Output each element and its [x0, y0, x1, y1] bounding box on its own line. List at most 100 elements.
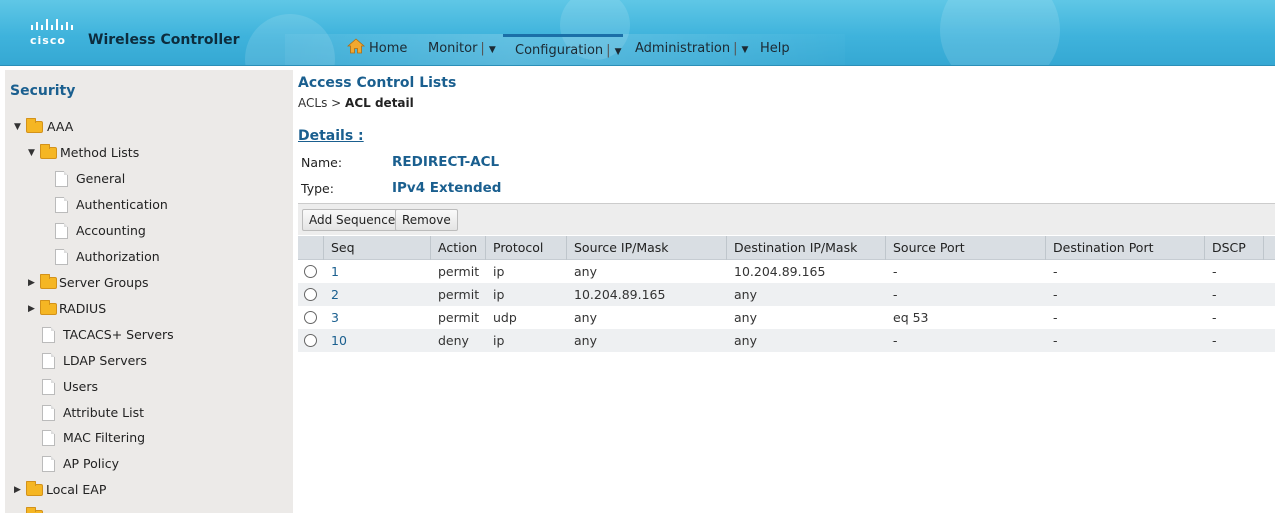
cell-action: permit: [438, 287, 480, 302]
cell-destination-ip: any: [734, 287, 757, 302]
nav-help-label: Help: [760, 41, 790, 56]
sidebar-item-users[interactable]: Users: [42, 377, 242, 397]
remove-button[interactable]: Remove: [395, 209, 458, 231]
chevron-down-icon: ▼: [488, 45, 496, 55]
seq-link[interactable]: 3: [324, 306, 339, 329]
sidebar-item-method-lists[interactable]: ▼ Method Lists: [28, 143, 228, 163]
sidebar-item-label: Server Groups: [59, 275, 149, 290]
table-header: Seq Action Protocol Source IP/Mask Desti…: [298, 236, 1275, 260]
cell-source-port: -: [893, 287, 898, 302]
cisco-logo-text: cisco: [30, 34, 66, 47]
sidebar-item-accounting[interactable]: Accounting: [55, 221, 255, 241]
cell-source-ip: any: [574, 310, 597, 325]
document-icon: [42, 456, 55, 472]
sidebar-item-aaa[interactable]: ▼ AAA: [14, 117, 214, 137]
nav-separator: |: [480, 41, 485, 56]
seq-link[interactable]: 2: [324, 283, 339, 306]
seq-link[interactable]: 1: [324, 260, 339, 283]
folder-icon: [26, 481, 43, 496]
chevron-down-icon: ▼: [614, 47, 622, 57]
row-select-radio[interactable]: [304, 265, 317, 278]
table-row[interactable]: 3 permit udp any any eq 53 - -: [298, 306, 1275, 329]
cell-dscp: -: [1212, 264, 1217, 279]
cell-source-port: -: [893, 264, 898, 279]
column-header-action[interactable]: Action: [430, 236, 480, 260]
column-header-source-port[interactable]: Source Port: [885, 236, 1045, 260]
cell-destination-ip: 10.204.89.165: [734, 264, 826, 279]
name-value: REDIRECT-ACL: [392, 154, 500, 170]
document-icon: [55, 197, 68, 213]
cell-destination-ip: any: [734, 333, 757, 348]
document-icon: [55, 223, 68, 239]
chevron-down-icon: ▼: [741, 45, 749, 55]
column-header-source-ip[interactable]: Source IP/Mask: [566, 236, 726, 260]
sidebar-item-partial: [14, 506, 214, 513]
document-icon: [42, 405, 55, 421]
sidebar-item-label: General: [76, 171, 126, 186]
sidebar-item-mac-filtering[interactable]: MAC Filtering: [42, 428, 242, 448]
column-header-seq[interactable]: Seq: [323, 236, 430, 260]
expanded-arrow-icon[interactable]: ▼: [28, 143, 35, 163]
sidebar-item-label: AP Policy: [63, 456, 120, 471]
breadcrumb-current: ACL detail: [345, 96, 414, 110]
column-header-destination-ip[interactable]: Destination IP/Mask: [726, 236, 885, 260]
table-row[interactable]: 10 deny ip any any - - -: [298, 329, 1275, 352]
cell-protocol: ip: [493, 333, 505, 348]
collapsed-arrow-icon[interactable]: ▶: [28, 273, 35, 293]
nav-home[interactable]: Home: [346, 34, 407, 65]
sidebar-item-authentication[interactable]: Authentication: [55, 195, 255, 215]
table-row[interactable]: 1 permit ip any 10.204.89.165 - - -: [298, 260, 1275, 283]
expanded-arrow-icon[interactable]: ▼: [14, 117, 21, 137]
table-toolbar: Add Sequence Remove: [298, 203, 1275, 235]
nav-help[interactable]: Help: [760, 34, 790, 65]
sidebar-item-radius[interactable]: ▶ RADIUS: [28, 299, 228, 319]
nav-separator: |: [733, 41, 738, 56]
sidebar-item-attribute-list[interactable]: Attribute List: [42, 403, 242, 423]
page-title: Access Control Lists: [298, 75, 457, 91]
folder-open-icon: [40, 144, 57, 159]
row-select-radio[interactable]: [304, 288, 317, 301]
column-header-protocol[interactable]: Protocol: [485, 236, 566, 260]
sidebar-item-label: Authorization: [76, 249, 160, 264]
cell-destination-port: -: [1053, 310, 1058, 325]
add-sequence-button[interactable]: Add Sequence: [302, 209, 403, 231]
cell-action: permit: [438, 310, 480, 325]
seq-link[interactable]: 10: [324, 329, 347, 352]
sidebar-item-general[interactable]: General: [55, 169, 255, 189]
cell-dscp: -: [1212, 333, 1217, 348]
type-value: IPv4 Extended: [392, 180, 502, 196]
nav-monitor[interactable]: Monitor | ▼: [428, 34, 496, 65]
sidebar-item-ldap-servers[interactable]: LDAP Servers: [42, 351, 242, 371]
cisco-bars-icon: [31, 19, 73, 30]
home-icon: [346, 38, 366, 54]
document-icon: [55, 249, 68, 265]
sidebar-item-local-eap[interactable]: ▶ Local EAP: [14, 480, 214, 500]
sidebar-item-authorization[interactable]: Authorization: [55, 247, 255, 267]
sidebar-item-tacacs-servers[interactable]: TACACS+ Servers: [42, 325, 242, 345]
column-header-destination-port[interactable]: Destination Port: [1045, 236, 1204, 260]
cisco-logo: cisco: [30, 18, 80, 48]
sidebar: Security ▼ AAA ▼ Method Lists General Au…: [5, 70, 293, 513]
product-name: Wireless Controller: [88, 32, 240, 48]
row-select-radio[interactable]: [304, 334, 317, 347]
collapsed-arrow-icon[interactable]: ▶: [14, 480, 21, 500]
header-decoration: [940, 0, 1060, 65]
breadcrumb-separator: >: [331, 96, 342, 110]
cell-destination-port: -: [1053, 264, 1058, 279]
collapsed-arrow-icon[interactable]: ▶: [28, 299, 35, 319]
sidebar-item-server-groups[interactable]: ▶ Server Groups: [28, 273, 228, 293]
nav-administration[interactable]: Administration | ▼: [635, 34, 749, 65]
column-header-dscp[interactable]: DSCP: [1204, 236, 1264, 260]
breadcrumb-acls[interactable]: ACLs: [298, 96, 327, 110]
folder-icon: [40, 300, 57, 315]
name-label: Name:: [301, 155, 343, 170]
cell-protocol: ip: [493, 264, 505, 279]
table-row[interactable]: 2 permit ip 10.204.89.165 any - - -: [298, 283, 1275, 306]
sidebar-item-ap-policy[interactable]: AP Policy: [42, 454, 242, 474]
nav-configuration[interactable]: Configuration | ▼: [503, 34, 623, 65]
cell-source-port: -: [893, 333, 898, 348]
cell-source-ip: any: [574, 333, 597, 348]
document-icon: [55, 171, 68, 187]
row-select-radio[interactable]: [304, 311, 317, 324]
top-header: cisco Wireless Controller Home Monitor | ▼…: [0, 0, 1275, 66]
